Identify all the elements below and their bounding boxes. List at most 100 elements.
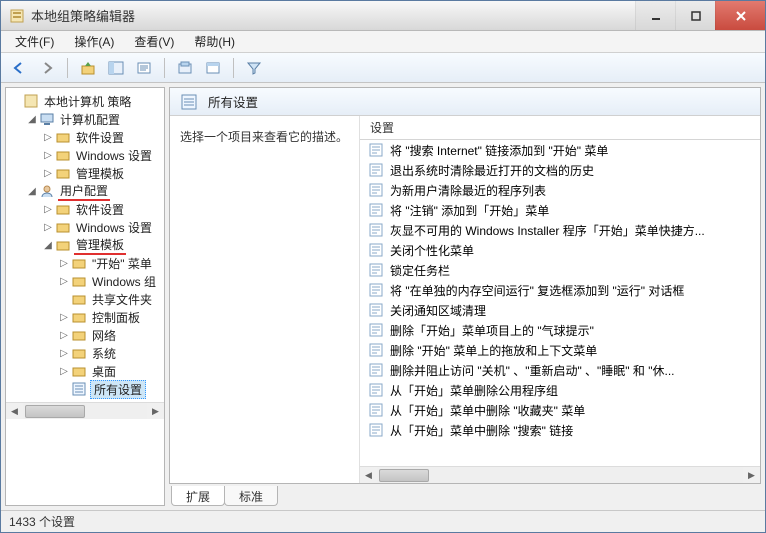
expand-icon[interactable]: ▷ [42,150,54,161]
tree-computer-config[interactable]: ◢ 计算机配置 [26,110,165,128]
policy-item-icon [368,242,384,258]
scroll-right-button[interactable]: ▶ [743,467,760,484]
back-button[interactable] [7,56,31,80]
list-item[interactable]: 关闭通知区域清理 [360,300,760,320]
list-body[interactable]: 将 "搜索 Internet" 链接添加到 "开始" 菜单退出系统时清除最近打开… [360,140,760,466]
expand-icon[interactable]: ◢ [42,240,54,251]
detail-title: 所有设置 [208,92,258,111]
list-item[interactable]: 将 "搜索 Internet" 链接添加到 "开始" 菜单 [360,140,760,160]
show-hide-tree-button[interactable] [104,56,128,80]
export-button[interactable] [132,56,156,80]
menu-action[interactable]: 操作(A) [64,31,124,52]
forward-button[interactable] [35,56,59,80]
tree-item[interactable]: ▷管理模板 [42,164,165,182]
list-item[interactable]: 从「开始」菜单中删除 "搜索" 链接 [360,420,760,440]
tree-h-scrollbar[interactable]: ◀ ▶ [6,402,164,419]
expand-icon[interactable]: ◢ [26,114,38,125]
up-button[interactable] [76,56,100,80]
refresh-button[interactable] [173,56,197,80]
folder-icon [71,291,87,307]
list-item-label: 为新用户清除最近的程序列表 [390,182,546,199]
tree-user-config[interactable]: ◢ 用户配置 [26,182,165,200]
tree-pane[interactable]: 本地计算机 策略 ◢ 计算机配置 ▷软件设置 ▷W [5,87,165,506]
tree-item[interactable]: ▷ "开始" 菜单 [58,254,165,272]
scroll-track[interactable] [377,467,743,483]
list-item[interactable]: 灰显不可用的 Windows Installer 程序「开始」菜单快捷方... [360,220,760,240]
list-item[interactable]: 退出系统时清除最近打开的文档的历史 [360,160,760,180]
menubar: 文件(F) 操作(A) 查看(V) 帮助(H) [1,31,765,53]
list-item-label: 将 "在单独的内存空间运行" 复选框添加到 "运行" 对话框 [390,282,684,299]
policy-item-icon [368,282,384,298]
tree-admin-templates[interactable]: ◢ 管理模板 [42,236,165,254]
expand-icon[interactable]: ◢ [26,186,38,197]
menu-help[interactable]: 帮助(H) [184,31,245,52]
tree-label: 共享文件夹 [90,291,154,308]
maximize-button[interactable] [675,1,715,30]
status-count: 1433 个设置 [9,513,75,530]
tree-label: "开始" 菜单 [90,255,154,272]
policy-item-icon [368,382,384,398]
tree-label: 软件设置 [74,129,126,146]
properties-button[interactable] [201,56,225,80]
tree-item[interactable]: ▷软件设置 [42,200,165,218]
list-item[interactable]: 删除并阻止访问 "关机" 、"重新启动" 、"睡眠" 和 "休... [360,360,760,380]
tree-label: 管理模板 [74,236,126,255]
filter-button[interactable] [242,56,266,80]
toolbar-separator [233,58,234,78]
expand-icon[interactable]: ▷ [58,276,70,287]
list-item-label: 退出系统时清除最近打开的文档的历史 [390,162,594,179]
list-item[interactable]: 从「开始」菜单中删除 "收藏夹" 菜单 [360,400,760,420]
expand-icon[interactable]: ▷ [42,222,54,233]
menu-view[interactable]: 查看(V) [124,31,184,52]
list-item[interactable]: 删除「开始」菜单项目上的 "气球提示" [360,320,760,340]
policy-item-icon [368,322,384,338]
list-item[interactable]: 从「开始」菜单删除公用程序组 [360,380,760,400]
tree-item[interactable]: ▷Windows 设置 [42,146,165,164]
tree-all-settings[interactable]: 所有设置 [58,380,165,398]
scroll-thumb[interactable] [25,405,85,418]
scroll-left-button[interactable]: ◀ [360,467,377,484]
tree-item[interactable]: ▷桌面 [58,362,165,380]
tree-item[interactable]: ▷网络 [58,326,165,344]
tree-item[interactable]: 共享文件夹 [58,290,165,308]
expand-icon[interactable]: ▷ [42,204,54,215]
expand-icon[interactable]: ▷ [58,258,70,269]
expand-icon[interactable]: ▷ [42,132,54,143]
view-tabs: 扩展 标准 [169,484,761,506]
tab-extended[interactable]: 扩展 [171,486,225,506]
scroll-left-button[interactable]: ◀ [6,403,23,420]
minimize-button[interactable] [635,1,675,30]
list-item[interactable]: 删除 "开始" 菜单上的拖放和上下文菜单 [360,340,760,360]
list-item[interactable]: 为新用户清除最近的程序列表 [360,180,760,200]
list-item[interactable]: 将 "注销" 添加到「开始」菜单 [360,200,760,220]
list-item[interactable]: 将 "在单独的内存空间运行" 复选框添加到 "运行" 对话框 [360,280,760,300]
expand-icon[interactable]: ▷ [58,348,70,359]
expand-icon[interactable]: ▷ [42,168,54,179]
policy-item-icon [368,222,384,238]
tree-root[interactable]: 本地计算机 策略 [10,92,165,110]
list-item[interactable]: 关闭个性化菜单 [360,240,760,260]
scroll-thumb[interactable] [379,469,429,482]
folder-icon [55,219,71,235]
tree-item[interactable]: ▷控制面板 [58,308,165,326]
column-header-setting[interactable]: 设置 [360,116,760,140]
folder-icon [55,237,71,253]
menu-file[interactable]: 文件(F) [5,31,64,52]
expand-icon[interactable]: ▷ [58,366,70,377]
tab-standard[interactable]: 标准 [224,486,278,506]
user-icon [39,183,55,199]
tree-item[interactable]: ▷Windows 组 [58,272,165,290]
settings-list: 设置 将 "搜索 Internet" 链接添加到 "开始" 菜单退出系统时清除最… [360,116,760,483]
tree-item[interactable]: ▷ 软件设置 [42,128,165,146]
close-button[interactable] [715,1,765,30]
list-h-scrollbar[interactable]: ◀ ▶ [360,466,760,483]
content-area: 本地计算机 策略 ◢ 计算机配置 ▷软件设置 ▷W [1,83,765,510]
tree-item[interactable]: ▷Windows 设置 [42,218,165,236]
expand-icon[interactable]: ▷ [58,312,70,323]
scroll-right-button[interactable]: ▶ [147,403,164,420]
policy-item-icon [368,182,384,198]
scroll-track[interactable] [23,403,147,419]
expand-icon[interactable]: ▷ [58,330,70,341]
list-item[interactable]: 锁定任务栏 [360,260,760,280]
tree-item[interactable]: ▷系统 [58,344,165,362]
